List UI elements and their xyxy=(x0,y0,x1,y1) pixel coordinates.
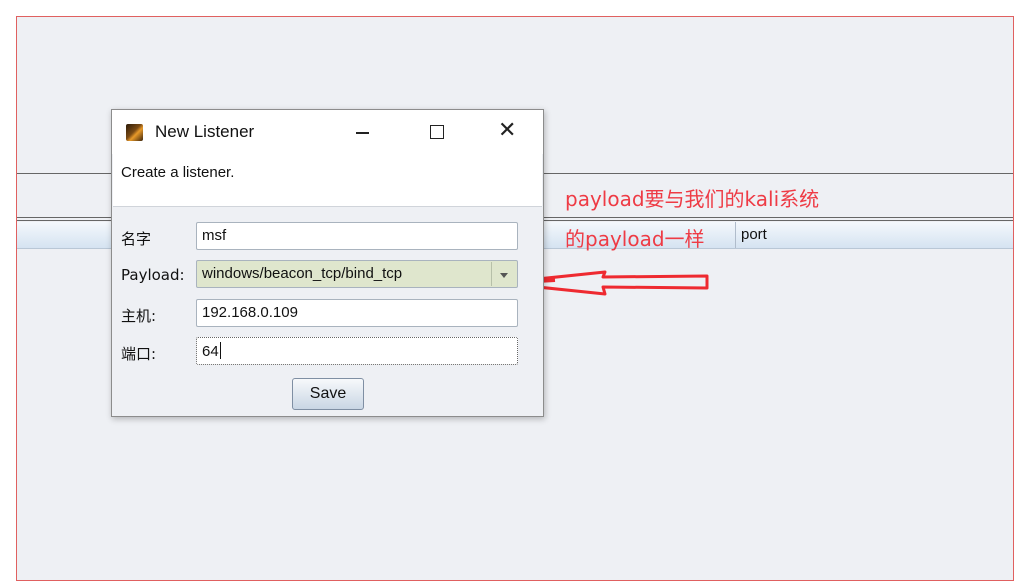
column-divider[interactable] xyxy=(735,222,736,248)
text-caret xyxy=(219,342,221,359)
name-field[interactable]: msf xyxy=(196,222,518,250)
maximize-button[interactable] xyxy=(418,116,454,148)
host-field[interactable]: 192.168.0.109 xyxy=(196,299,518,327)
port-field[interactable]: 64 xyxy=(196,337,518,365)
chevron-down-icon[interactable] xyxy=(491,262,516,286)
name-label: 名字 xyxy=(121,230,152,248)
close-button[interactable]: ✕ xyxy=(490,116,526,148)
payload-select-value: windows/beacon_tcp/bind_tcp xyxy=(202,265,403,282)
new-listener-dialog: New Listener ✕ Create a listener. 名字 msf… xyxy=(111,109,544,417)
port-label: 端口: xyxy=(121,345,157,363)
annotation-text-line1: payload要与我们的kali系统 xyxy=(565,187,820,211)
dialog-titlebar[interactable]: New Listener ✕ xyxy=(112,110,543,154)
app-logo-icon xyxy=(126,124,143,141)
host-label: 主机: xyxy=(121,307,157,325)
save-button[interactable]: Save xyxy=(292,378,364,410)
port-field-value: 64 xyxy=(202,343,219,360)
maximize-icon xyxy=(430,125,444,139)
minimize-icon xyxy=(356,132,369,134)
minimize-button[interactable] xyxy=(344,116,380,148)
column-header-port[interactable]: port xyxy=(741,226,767,243)
dialog-description: Create a listener. xyxy=(121,164,235,181)
close-icon: ✕ xyxy=(498,118,517,143)
description-panel: Create a listener. xyxy=(113,154,542,207)
payload-label: Payload: xyxy=(121,266,185,284)
annotation-text-line2: 的payload一样 xyxy=(565,227,705,251)
dialog-title: New Listener xyxy=(155,122,255,141)
payload-select[interactable]: windows/beacon_tcp/bind_tcp xyxy=(196,260,518,288)
